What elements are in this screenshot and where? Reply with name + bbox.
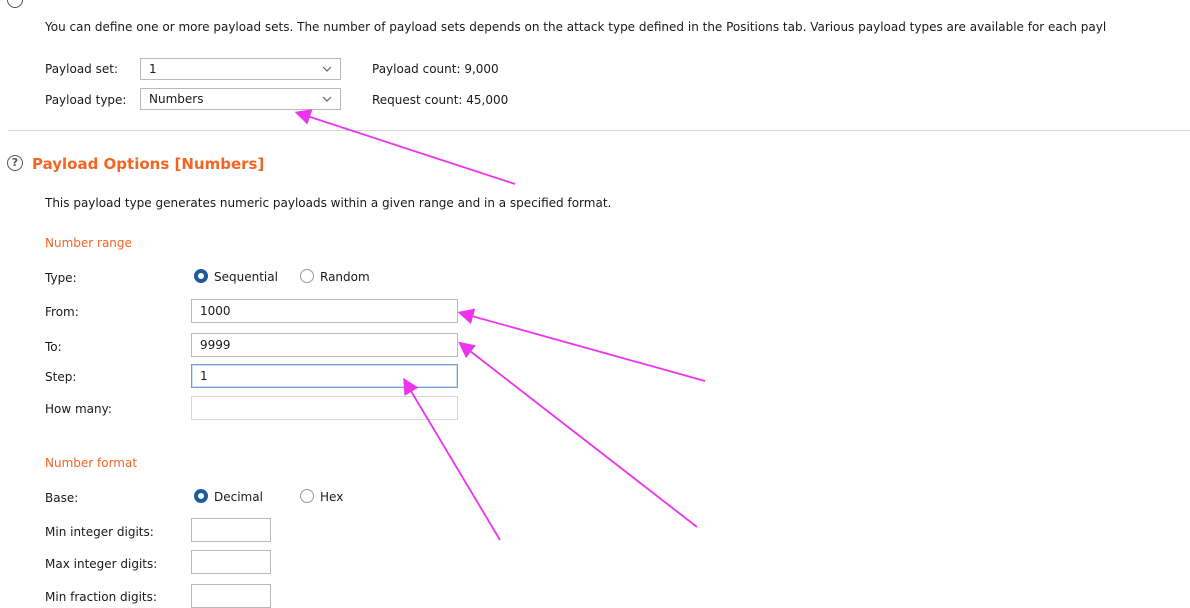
annotation-arrow bbox=[403, 377, 501, 541]
annotation-arrow bbox=[294, 109, 516, 185]
annotation-arrow bbox=[457, 308, 706, 382]
annotation-arrows bbox=[294, 109, 706, 541]
annotation-arrow bbox=[458, 341, 698, 528]
